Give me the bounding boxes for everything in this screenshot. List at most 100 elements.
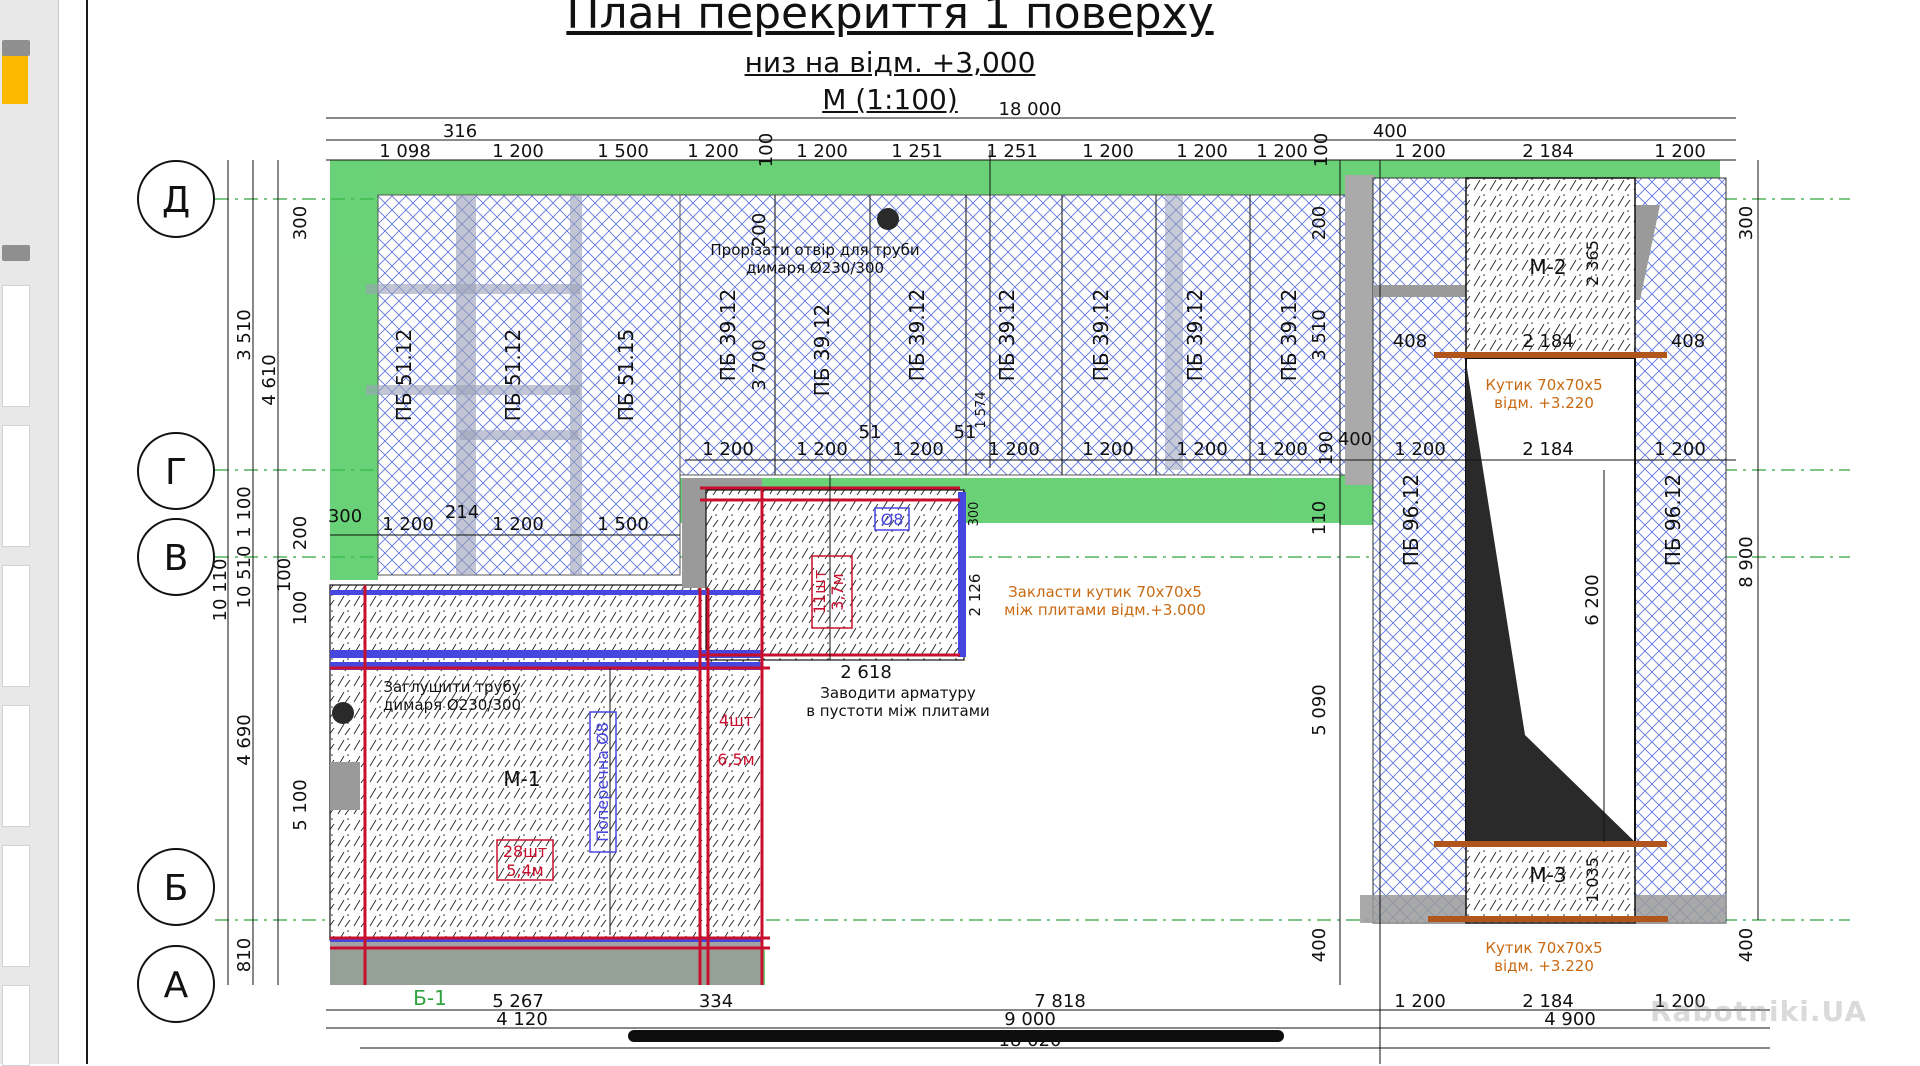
axis-label-V: В [164,538,189,579]
dim-3700: 3 700 [749,339,770,391]
axis-label-G: Г [165,452,187,493]
dim-mid-row: 1 200 [988,439,1040,460]
dim-110: 110 [1309,501,1330,535]
dim-top-row: 100 [756,133,777,167]
dim-5100: 5 100 [290,779,311,831]
dim-mid-row: 1 200 [702,439,754,460]
monolith-label-m1: М-1 [503,767,540,791]
dim-4120: 4 120 [496,1009,548,1030]
dim-top-row: 1 200 [492,141,544,162]
dim-mid-row: 400 [1338,429,1372,450]
dim-mid-row: 2 184 [1522,439,1574,460]
dim-top-row: 1 200 [1394,141,1446,162]
dim-6200: 6 200 [1582,574,1603,626]
dim-51-b: 51 [954,422,977,443]
dim-300-right: 300 [1736,206,1757,240]
note-corner-bot-2: відм. +3.220 [1494,957,1594,975]
dim-mid-row: 190 [1316,431,1337,465]
axis-label-A: А [164,965,189,1006]
dim-408-a: 408 [1393,331,1427,352]
note-plug-2: димаря Ø230/300 [383,696,521,714]
slab-label: ПБ 96.12 [1399,474,1423,566]
dim-316: 316 [443,121,477,142]
dim-1200-bot-a: 1 200 [1394,991,1446,1012]
dims-top: 18 000 316 400 1 098 1 200 1 500 1 200 1… [379,99,1706,167]
dim-mid-row: 1 200 [1394,439,1446,460]
slab-label: ПБ 39.12 [1183,289,1207,381]
slab-label: ПБ 51.12 [392,329,416,421]
slab-label: ПБ 51.12 [501,329,525,421]
dim-9000: 9 000 [1004,1009,1056,1030]
dim-low-row: 1 200 [492,514,544,535]
dims-bottom: 5 267 334 7 818 4 120 9 000 18 020 1 200… [492,991,1706,1051]
note-angle-2: між плитами відм.+3.000 [1004,601,1206,619]
note-hole-2: димаря Ø230/300 [746,259,884,277]
dim-10510: 10 510 [234,546,255,609]
rebar-tag-d8: Ø8 [881,510,904,529]
dim-low-row: 214 [445,502,479,523]
watermark-text: Rabotniki.UA [1650,995,1868,1028]
dim-mid-row: 1 200 [1176,439,1228,460]
dim-400-right: 400 [1736,928,1757,962]
dim-2184-inner: 2 184 [1522,331,1574,352]
dim-4610: 4 610 [259,354,280,406]
dim-top-row: 1 098 [379,141,431,162]
dim-2126: 2 126 [966,574,984,617]
dim-mid-row: 1 200 [1082,439,1134,460]
note-angle-1: Закласти кутик 70х70х5 [1008,583,1202,601]
dim-200-left: 200 [290,516,311,550]
dim-200-inner-b: 200 [1309,206,1330,240]
slab-label: ПБ 96.12 [1661,474,1685,566]
note-corner-top-1: Кутик 70х70х5 [1485,376,1602,394]
dim-3510: 3 510 [234,309,255,361]
note-rebar-1: Заводити арматуру [820,684,976,702]
note-hole-1: Прорізати отвір для труби [710,241,919,259]
dim-4900: 4 900 [1544,1009,1596,1030]
dim-3510-inner: 3 510 [1309,309,1330,361]
dim-mid-row: 1 200 [1654,439,1706,460]
dim-408-b: 408 [1671,331,1705,352]
slab-label: ПБ 39.12 [716,289,740,381]
floor-slab-plan: Д Г В Б А 18 000 316 400 1 098 1 200 1 5… [137,99,1850,1064]
slab-label: ПБ 39.12 [995,289,1019,381]
slab-label: ПБ 39.12 [905,289,929,381]
note-corner-top-2: відм. +3.220 [1494,394,1594,412]
dim-100-b: 100 [290,591,311,625]
dim-top-row: 1 200 [1082,141,1134,162]
dim-10110: 10 110 [210,559,231,622]
dim-1035: 1 035 [1583,857,1602,903]
rebar-tag-length: 6,5м [717,750,755,769]
dim-400-top: 400 [1373,121,1407,142]
dim-mid-row: 1 200 [796,439,848,460]
dim-334: 334 [699,991,733,1012]
dim-top-row: 100 [1311,133,1332,167]
dim-300-left: 300 [290,206,311,240]
slab-label: ПБ 39.12 [1277,289,1301,381]
dim-top-row: 1 200 [796,141,848,162]
dim-300-small: 300 [967,502,982,527]
dim-810: 810 [234,938,255,972]
rebar-tag-count: 4шт [719,711,753,730]
axis-label-B: Б [164,868,189,909]
horizontal-scroll-bar[interactable] [628,1030,1284,1042]
dim-1100: 1 100 [234,486,255,538]
dim-4690: 4 690 [234,714,255,766]
rebar-tag-count: 28шт [503,842,547,861]
rebar-tag-length: 3,7м [828,573,847,611]
dim-51-a: 51 [859,422,882,443]
dim-low-row: 1 500 [597,514,649,535]
dim-top-row: 2 184 [1522,141,1574,162]
axis-label-D: Д [162,180,190,221]
slab-label: ПБ 39.12 [1089,289,1113,381]
axis-bubbles: Д Г В Б А [137,160,215,1023]
dims-left: 10 110 10 510 3 510 4 610 300 1 100 200 … [210,206,311,972]
dim-2365: 2 365 [1583,240,1602,286]
note-plug-1: Заглушити трубу [383,678,520,696]
note-corner-bot-1: Кутик 70х70х5 [1485,939,1602,957]
slab-label: ПБ 39.12 [810,304,834,396]
dim-top-row: 1 251 [891,141,943,162]
slab-label: ПБ 51.15 [614,329,638,421]
dim-top-row: 1 200 [1176,141,1228,162]
dim-top-row: 1 200 [687,141,739,162]
dim-400-inner: 400 [1309,928,1330,962]
